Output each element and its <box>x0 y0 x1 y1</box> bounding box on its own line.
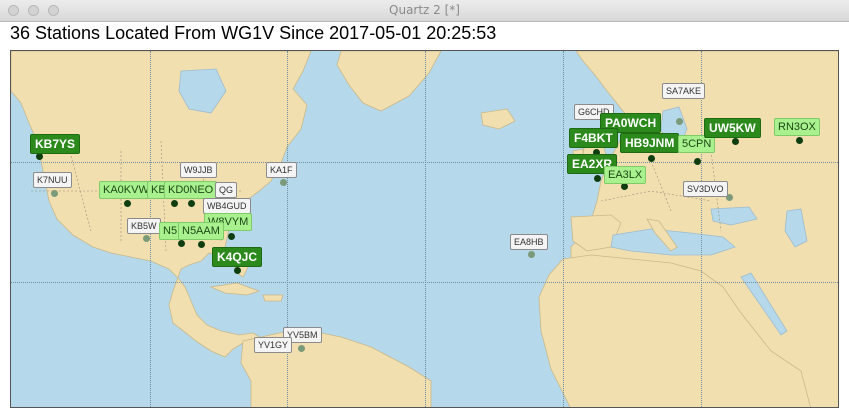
meridian-line <box>563 51 564 407</box>
station-label-weak[interactable]: SV3DVO <box>683 181 728 197</box>
parallel-line <box>11 162 838 163</box>
station-label-medium[interactable]: EA3LX <box>604 166 647 184</box>
meridian-line <box>425 51 426 407</box>
station-dot[interactable] <box>123 199 131 207</box>
station-dot[interactable] <box>647 154 655 162</box>
world-map[interactable]: KB7YS K7NUU KA0KVW KB KD0NEO QG W9JJB KA… <box>10 50 839 408</box>
station-label-weak[interactable]: WB4GUD <box>203 198 251 214</box>
station-label-strong[interactable]: F4BKT <box>569 128 618 148</box>
station-label-weak[interactable]: K7NUU <box>33 172 72 188</box>
stations-heading: 36 Stations Located From WG1V Since 2017… <box>10 23 497 43</box>
station-label-weak[interactable]: SA7AKE <box>662 83 706 99</box>
meridian-line <box>701 51 702 407</box>
station-label-weak[interactable]: EA8HB <box>510 234 548 250</box>
station-dot[interactable] <box>297 344 305 352</box>
station-label-strong[interactable]: HB9JNM <box>620 133 680 153</box>
station-label-medium[interactable]: KD0NEO <box>164 181 218 199</box>
station-dot[interactable] <box>177 239 185 247</box>
station-dot[interactable] <box>233 266 241 274</box>
window-titlebar: Quartz 2 [*] <box>0 0 849 22</box>
station-dot[interactable] <box>187 199 195 207</box>
station-label-weak[interactable]: QG <box>215 182 238 198</box>
station-dot[interactable] <box>593 174 601 182</box>
station-dot[interactable] <box>50 189 58 197</box>
station-label-medium[interactable]: KA0KVW <box>99 181 153 199</box>
station-label-strong[interactable]: UW5KW <box>704 118 761 138</box>
parallel-line <box>11 282 838 283</box>
station-label-weak[interactable]: W9JJB <box>180 162 217 178</box>
station-label-medium[interactable]: RN3OX <box>774 118 820 136</box>
station-dot[interactable] <box>170 199 178 207</box>
station-dot[interactable] <box>279 178 287 186</box>
station-dot[interactable] <box>693 157 701 165</box>
station-dot[interactable] <box>227 232 235 240</box>
station-dot[interactable] <box>527 250 535 258</box>
station-label-weak[interactable]: YV1GY <box>254 337 293 353</box>
meridian-line <box>287 51 288 407</box>
station-label-weak[interactable]: KA1F <box>266 162 297 178</box>
station-label-strong[interactable]: KB7YS <box>30 134 81 154</box>
station-dot[interactable] <box>197 240 205 248</box>
station-label-weak[interactable]: KB5W <box>127 218 161 234</box>
station-dot[interactable] <box>675 117 683 125</box>
station-dot[interactable] <box>142 234 150 242</box>
station-label-strong[interactable]: K4QJC <box>212 247 263 267</box>
station-dot[interactable] <box>795 136 803 144</box>
station-label-medium[interactable]: N5AAM <box>178 222 224 240</box>
window-title: Quartz 2 [*] <box>389 3 460 17</box>
station-dot[interactable] <box>731 137 739 145</box>
